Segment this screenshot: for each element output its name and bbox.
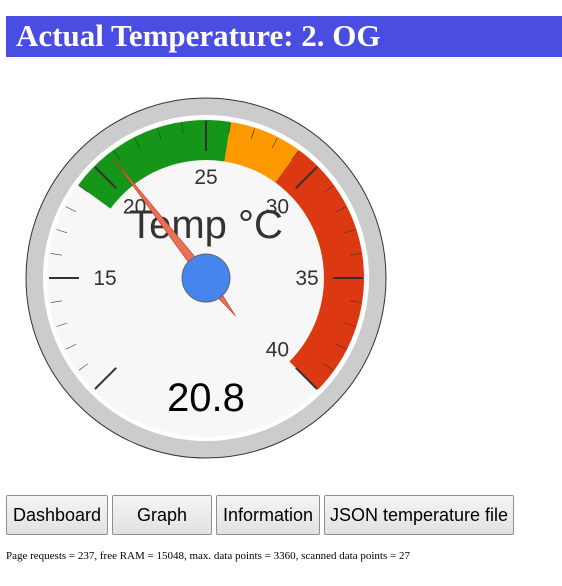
graph-button[interactable]: Graph [112,495,212,535]
information-button[interactable]: Information [216,495,320,535]
tick-label-35: 35 [295,267,318,290]
temperature-gauge: 15 20 25 30 35 40 Temp °C 20.8 [25,97,387,459]
title-bar: Actual Temperature: 2. OG [6,16,562,57]
gauge-value-readout: 20.8 [167,376,245,420]
json-temperature-file-button[interactable]: JSON temperature file [324,495,514,535]
status-footer: Page requests = 237, free RAM = 15048, m… [6,550,410,562]
tick-label-40: 40 [266,338,289,361]
tick-label-15: 15 [93,267,116,290]
dashboard-button[interactable]: Dashboard [6,495,108,535]
tick-label-25: 25 [194,166,217,189]
gauge-needle-hub [181,253,231,303]
page-title: Actual Temperature: 2. OG [16,18,381,53]
